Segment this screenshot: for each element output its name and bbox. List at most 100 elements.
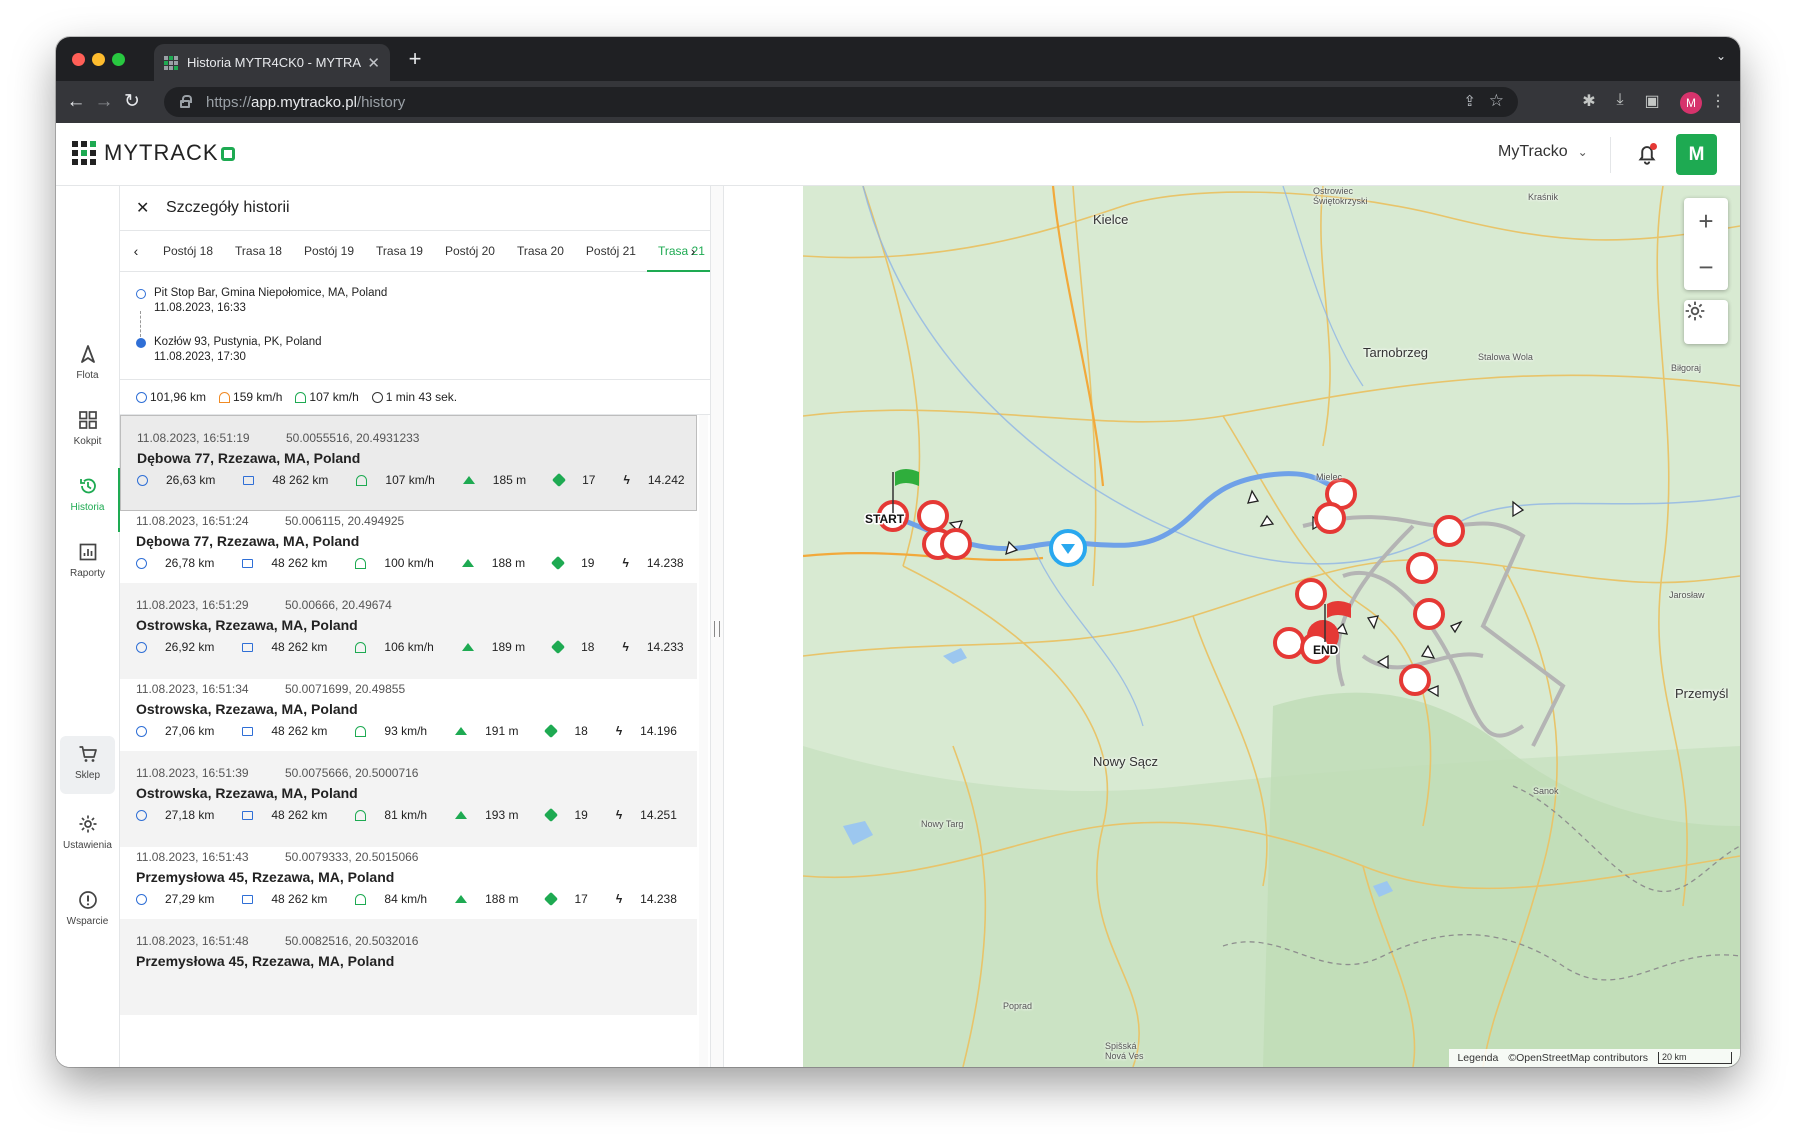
browser-profile-avatar[interactable]: M xyxy=(1680,92,1702,114)
app-header: MYTRACK MyTracko ⌄ M xyxy=(56,123,1740,186)
town-label-sanok: Sanok xyxy=(1533,786,1559,796)
record-satellites: 18 xyxy=(544,723,601,739)
sidebar-item-raporty[interactable]: Raporty xyxy=(56,534,119,598)
end-label: END xyxy=(1313,643,1339,657)
record-speed: 84 km/h xyxy=(355,892,441,906)
account-switcher[interactable]: MyTracko ⌄ xyxy=(1498,143,1588,161)
voltage-icon: ϟ xyxy=(615,892,623,906)
extensions-icon[interactable]: ✱ xyxy=(1578,91,1600,111)
end-address: Kozłów 93, Pustynia, PK, Poland xyxy=(154,336,322,348)
side-panel-icon[interactable]: ▣ xyxy=(1641,91,1663,111)
list-scrollbar[interactable] xyxy=(699,415,708,1067)
tab-postoj-19[interactable]: Postój 19 xyxy=(293,231,365,272)
tab-trasa-19[interactable]: Trasa 19 xyxy=(365,231,434,272)
tab-postoj-21[interactable]: Postój 21 xyxy=(575,231,647,272)
record-meta: 11.08.2023, 16:51:19 50.0055516, 20.49312… xyxy=(137,431,696,445)
record-voltage: ϟ 14.233 xyxy=(622,640,697,654)
address-bar[interactable]: https://app.mytracko.pl/history ⇪ ☆ xyxy=(164,87,1518,117)
zoom-control: + − xyxy=(1684,198,1728,290)
reload-button[interactable]: ↻ xyxy=(120,90,144,114)
tab-postoj-20[interactable]: Postój 20 xyxy=(434,231,506,272)
browser-window: Historia MYTR4CK0 - MYTRAC ✕ + ⌄ ← → ↻ h… xyxy=(56,37,1740,1067)
segment-tabs: ‹ Postój 18 Trasa 18 Postój 19 Trasa 19 … xyxy=(120,230,710,272)
city-label-przemysl: Przemyśl xyxy=(1675,686,1729,701)
sidebar-item-kokpit[interactable]: Kokpit xyxy=(56,402,119,466)
download-icon[interactable]: ⤓ xyxy=(1609,91,1631,109)
tabs-next-chevron-icon[interactable]: › xyxy=(677,231,709,272)
record-distance: 26,92 km xyxy=(136,640,228,654)
logo-mark-icon xyxy=(72,141,96,165)
record-satellites: 17 xyxy=(552,472,609,488)
bookmark-star-icon[interactable]: ☆ xyxy=(1489,91,1504,111)
legend-link[interactable]: Legenda xyxy=(1457,1052,1498,1064)
zoom-out-button[interactable]: − xyxy=(1684,244,1728,290)
avg-speed-icon xyxy=(295,391,307,403)
back-button[interactable]: ← xyxy=(64,90,88,114)
close-tab-icon[interactable]: ✕ xyxy=(367,54,380,72)
map-view[interactable]: START END Kielce Tarnobrzeg Nowy Sącz Pr… xyxy=(803,186,1740,1067)
chevron-down-icon: ⌄ xyxy=(1577,145,1588,159)
share-icon[interactable]: ⇪ xyxy=(1463,92,1476,110)
list-item[interactable]: 11.08.2023, 16:51:29 50.00666, 20.49674 Os… xyxy=(120,583,697,679)
sidebar-item-flota[interactable]: Flota xyxy=(56,336,119,400)
record-time: 11.08.2023, 16:51:24 xyxy=(136,514,249,528)
record-odometer-value: 48 262 km xyxy=(272,473,329,487)
forward-button[interactable]: → xyxy=(92,90,116,114)
panel-resize-handle[interactable] xyxy=(710,186,724,1067)
cart-icon xyxy=(79,746,97,762)
record-voltage-value: 14.238 xyxy=(640,892,677,906)
record-coords: 50.00666, 20.49674 xyxy=(285,598,392,612)
osm-attribution[interactable]: ©OpenStreetMap contributors xyxy=(1508,1052,1648,1064)
tab-trasa-18[interactable]: Trasa 18 xyxy=(224,231,293,272)
record-odometer: 48 262 km xyxy=(242,724,341,738)
record-coords: 50.0055516, 20.4931233 xyxy=(286,431,420,445)
minimize-window-button[interactable] xyxy=(92,53,105,66)
notifications-button[interactable] xyxy=(1634,141,1660,167)
sidebar-item-sklep[interactable]: Sklep xyxy=(60,736,115,794)
map-settings-button[interactable] xyxy=(1684,300,1728,344)
new-tab-button[interactable]: + xyxy=(401,45,429,73)
maximize-window-button[interactable] xyxy=(112,53,125,66)
sidebar-item-wsparcie[interactable]: Wsparcie xyxy=(56,882,119,946)
town-label-stalowa-wola: Stalowa Wola xyxy=(1478,352,1533,362)
record-speed-value: 106 km/h xyxy=(384,640,434,654)
record-voltage: ϟ 14.238 xyxy=(616,892,691,906)
distance-icon xyxy=(136,557,147,569)
list-item[interactable]: 11.08.2023, 16:51:43 50.0079333, 20.50150… xyxy=(120,835,697,931)
voltage-icon: ϟ xyxy=(623,473,630,487)
list-item[interactable]: 11.08.2023, 16:51:39 50.0075666, 20.50007… xyxy=(120,751,697,847)
record-altitude-value: 191 m xyxy=(485,724,519,738)
app-logo[interactable]: MYTRACK xyxy=(72,140,235,166)
distance-icon xyxy=(136,893,147,905)
record-altitude: 189 m xyxy=(461,640,539,654)
user-avatar[interactable]: M xyxy=(1676,134,1717,175)
sidebar-item-ustawienia[interactable]: Ustawienia xyxy=(56,806,119,870)
close-panel-icon[interactable]: ✕ xyxy=(136,198,152,218)
end-time: 11.08.2023, 17:30 xyxy=(154,351,246,363)
record-satellites: 19 xyxy=(551,555,608,571)
list-item[interactable]: 11.08.2023, 16:51:48 50.0082516, 20.50320… xyxy=(120,919,697,1015)
list-item[interactable]: 11.08.2023, 16:51:24 50.006115, 20.494925… xyxy=(120,499,697,595)
gear-icon xyxy=(79,815,96,833)
report-icon xyxy=(79,543,96,561)
sidebar-item-label: Wsparcie xyxy=(66,916,109,927)
record-speed: 100 km/h xyxy=(355,556,447,570)
tab-postoj-18[interactable]: Postój 18 xyxy=(152,231,224,272)
record-address: Dębowa 77, Rzezawa, MA, Poland xyxy=(137,450,361,466)
browser-tab[interactable]: Historia MYTR4CK0 - MYTRAC ✕ xyxy=(154,44,390,81)
sidebar-item-historia[interactable]: Historia xyxy=(56,468,120,532)
list-item[interactable]: 11.08.2023, 16:51:19 50.0055516, 20.49312… xyxy=(120,415,697,511)
browser-menu-icon[interactable]: ⋮ xyxy=(1707,91,1729,111)
map-attribution: Legenda ©OpenStreetMap contributors 20 k… xyxy=(1449,1049,1740,1067)
current-position-marker xyxy=(1049,529,1087,567)
record-speed-value: 100 km/h xyxy=(384,556,434,570)
record-satellites-value: 19 xyxy=(574,808,588,822)
tab-search-icon[interactable]: ⌄ xyxy=(1716,49,1726,63)
record-odometer-value: 48 262 km xyxy=(271,892,328,906)
zoom-in-button[interactable]: + xyxy=(1684,198,1728,244)
close-window-button[interactable] xyxy=(72,53,85,66)
tab-trasa-20[interactable]: Trasa 20 xyxy=(506,231,575,272)
city-label-kielce: Kielce xyxy=(1093,212,1129,227)
tabs-prev-chevron-icon[interactable]: ‹ xyxy=(120,231,152,272)
list-item[interactable]: 11.08.2023, 16:51:34 50.0071699, 20.49855… xyxy=(120,667,697,763)
